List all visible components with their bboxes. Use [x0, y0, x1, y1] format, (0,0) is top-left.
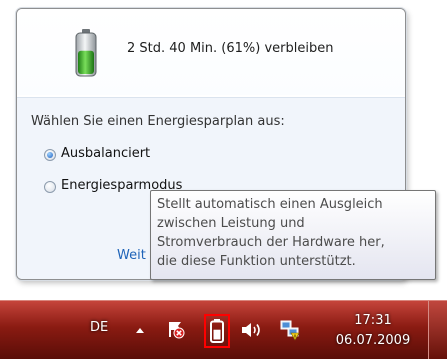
- plan-balanced-label[interactable]: Ausbalanciert: [61, 146, 150, 161]
- tooltip-line: die diese Funktion unterstützt.: [157, 254, 356, 269]
- show-desktop-button[interactable]: [428, 301, 447, 359]
- battery-status-text: 2 Std. 40 Min. (61%) verbleiben: [127, 41, 334, 56]
- action-center-flag-icon[interactable]: [166, 319, 186, 339]
- clock[interactable]: 17:31 06.07.2009: [328, 311, 418, 351]
- battery-status-row: 2 Std. 40 Min. (61%) verbleiben: [17, 9, 405, 95]
- taskbar: DE 17:31 06.07.2009: [0, 300, 447, 359]
- clock-time: 17:31: [354, 313, 392, 328]
- plan-balanced-radio[interactable]: [44, 149, 56, 161]
- plans-heading: Wählen Sie einen Energiesparplan aus:: [31, 114, 285, 129]
- volume-icon[interactable]: [240, 321, 264, 339]
- clock-date: 06.07.2009: [335, 333, 411, 348]
- more-power-options-link[interactable]: Weit: [117, 248, 146, 263]
- network-icon[interactable]: [279, 319, 301, 341]
- language-indicator[interactable]: DE: [90, 320, 108, 335]
- tooltip-line: Stellt automatisch einen Ausgleich: [157, 197, 383, 212]
- battery-icon[interactable]: [210, 319, 224, 343]
- plan-tooltip: Stellt automatisch einen Ausgleich zwisc…: [150, 190, 436, 280]
- tooltip-line: Stromverbrauch der Hardware her,: [157, 235, 385, 250]
- plan-power-saver-radio[interactable]: [44, 181, 56, 193]
- show-hidden-icons-icon[interactable]: [136, 328, 144, 333]
- tooltip-line: zwischen Leistung und: [157, 216, 305, 231]
- battery-charge-icon: [75, 29, 97, 77]
